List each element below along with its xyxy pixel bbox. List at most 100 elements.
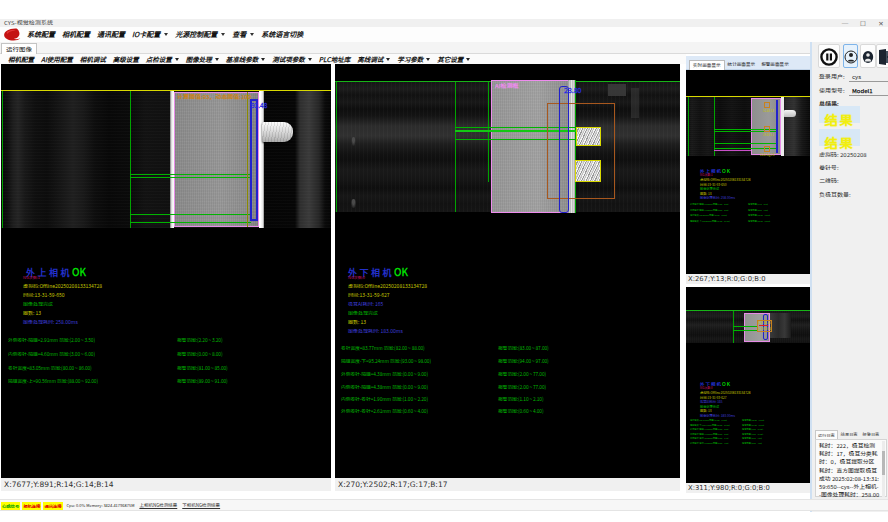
tool-image-processing[interactable]: 图像处理 <box>186 54 219 64</box>
measure-row: 外侧卷针-卷针=2.61mm 范围:(0.60 ~ 4.00) <box>341 407 428 414</box>
tool-plc-address-lib[interactable]: PLC地址库 <box>319 54 350 64</box>
pause-button[interactable] <box>818 44 840 68</box>
alarm-range: 报警范围:(2.00 ~ 77.00) <box>742 432 763 436</box>
comm-link-status: 通讯连接 <box>43 502 62 510</box>
upper-camera-coords: X:7677;Y:891;R:14;G:14;B:14 <box>1 478 331 491</box>
virtual-code-line: 虚拟码:Offline20250208133134728 <box>23 282 102 289</box>
menu-items: 系统配置 相机配置 通讯配置 IO卡配置 光源控制配置 查看 系统语言切换 <box>27 27 310 42</box>
tab-run-image[interactable]: 运行图像 <box>1 43 37 54</box>
green-measure-line <box>130 177 251 178</box>
tool-ai-use-config[interactable]: AI使用配置 <box>41 54 73 64</box>
log-tab-strip: 运行日志 结果日志 报警日志 <box>815 430 882 439</box>
menu-light-control-config[interactable]: 光源控制配置 <box>175 27 225 42</box>
toolbar: 相机配置 AI使用配置 相机调试 高级设置 点检设置 图像处理 基准线参数 测试… <box>0 54 686 64</box>
user-lock-button[interactable] <box>860 44 876 68</box>
view-tab-statistics[interactable]: 统计画面显示 <box>725 60 759 70</box>
electrode-tab <box>262 122 293 142</box>
elapsed-line: 图像处理耗时: 183.00ms <box>348 327 403 334</box>
menu-comm-config[interactable]: 通讯配置 <box>97 27 125 42</box>
tool-offline-debug[interactable]: 离线调试 <box>357 54 390 64</box>
ai-time-line: 极耳AI耗时: 165 <box>348 300 383 307</box>
login-user-button[interactable] <box>843 44 858 68</box>
app-window: CYS-视觉检测系统 ─ ☐ ✕ 系统配置 相机配置 通讯配置 IO卡配置 光源… <box>0 0 888 522</box>
bolt-mark <box>351 199 356 208</box>
green-measure-line <box>714 143 777 144</box>
metal-highlight <box>608 84 626 96</box>
tool-advanced-settings[interactable]: 高级设置 <box>113 54 139 64</box>
measure-row: 外侧卷针-隔膜=4.38mm 范围:(0.00 ~ 9.00) <box>690 427 728 431</box>
login-user-label: 登录用户: <box>819 72 845 81</box>
green-guide-line <box>336 82 337 212</box>
time-line: 时间:13-31-59-650 <box>23 291 65 298</box>
title-bar: CYS-视觉检测系统 ─ ☐ ✕ <box>0 19 888 27</box>
measure-row: 内侧卷针-卷针=1.90mm 范围:(1.00 ~ 2.20) <box>690 436 728 440</box>
green-measure-line <box>130 174 251 175</box>
separator-bright-edge <box>259 91 264 228</box>
menu-system-config[interactable]: 系统配置 <box>27 27 55 42</box>
menu-language-switch[interactable]: 系统语言切换 <box>261 27 303 42</box>
maximize-button[interactable]: ☐ <box>858 19 868 27</box>
measure-row: 隔膜宽度-上=90.56mm 范围:(88.00 ~ 92.00) <box>8 377 98 384</box>
log-output[interactable]: 耗时：222，极耳检测耗时：17，极耳分类耗时：0，极耳提取分区耗时：直方图提取… <box>815 439 887 497</box>
measure-roi-box <box>250 99 258 221</box>
log-scrollbar-thumb[interactable] <box>882 451 885 475</box>
dropdown-arrow-icon <box>386 58 390 61</box>
ng-count-label: NG次数:0 <box>348 274 365 280</box>
turns-line: 圈数: 13 <box>23 309 41 316</box>
tab-detect-box <box>575 160 601 182</box>
lower-camera-panel[interactable]: AI检测框 23.80 外下相机OK NG次数:0 虚拟码:Offline202… <box>335 64 680 478</box>
tool-camera-debug[interactable]: 相机调试 <box>80 54 106 64</box>
view-tab-alarm[interactable]: 报警画面显示 <box>758 60 792 70</box>
upper-camera-panel[interactable]: 计算阈值:93，动态阈值:100 93.48 外上相机OK NG次数:1 虚拟码… <box>1 64 331 478</box>
tool-other-settings[interactable]: 其它设置 <box>437 54 470 64</box>
measure-row: 内侧卷针-卷针=1.90mm 范围:(1.00 ~ 2.20) <box>341 395 428 402</box>
virtual-code-field: 虚拟码: 20250208 <box>819 150 867 159</box>
needle-no-field: 卷针号: <box>819 163 839 172</box>
defect-marker <box>764 146 770 152</box>
measure-row: 隔膜宽度-下=95.24mm 范围:(93.00 ~ 98.00) <box>341 357 431 364</box>
measure-row: 卷针宽度=83.77mm 范围:(82.00 ~ 88.00) <box>341 344 425 351</box>
red-measure-line <box>759 325 768 327</box>
log-scrollbar[interactable] <box>882 441 885 497</box>
tab-search-roi-box <box>547 103 615 199</box>
result-box-upper: 结果 <box>819 106 860 123</box>
mini-lower-coords: X:311;Y:980;R:0;G:0;B:0 <box>686 483 810 493</box>
close-button[interactable]: ✕ <box>876 19 886 27</box>
minimize-button[interactable]: ─ <box>840 19 850 27</box>
menu-bar: 系统配置 相机配置 通讯配置 IO卡配置 光源控制配置 查看 系统语言切换 <box>0 27 888 42</box>
log-tab-run[interactable]: 运行日志 <box>815 430 838 439</box>
measure-row: 内侧卷针-隔膜=4.38mm 范围:(0.00 ~ 9.00) <box>690 432 728 436</box>
menu-io-card-config[interactable]: IO卡配置 <box>132 27 168 42</box>
login-user-value: cys <box>852 72 861 81</box>
lower-camera-mini-panel[interactable]: B2.6 38.48 52.08 NG:4 外下相机OK NG次数:0 虚拟码:… <box>686 287 810 483</box>
tool-test-item-params[interactable]: 测试项参数 <box>272 54 312 64</box>
alarm-range: 报警范围:(2.00 ~ 77.00) <box>498 383 546 390</box>
tool-baseline-params[interactable]: 基准线参数 <box>226 54 266 64</box>
alarm-range: 报警范围:(2.00 ~ 77.00) <box>498 370 546 377</box>
green-measure-line <box>733 330 757 331</box>
log-tab-alarm[interactable]: 报警日志 <box>861 430 882 439</box>
menu-view[interactable]: 查看 <box>232 27 254 42</box>
view-tab-live[interactable]: 实时画面显示 <box>689 60 725 70</box>
elapsed-line: 图像处理耗时: 258.00ms <box>23 318 78 325</box>
process-done-line: 图像处理完成 <box>23 300 53 307</box>
green-guide-line <box>2 91 3 228</box>
measure-row: 外侧卷针-卷针=2.61mm 范围:(0.60 ~ 4.00) <box>690 441 728 445</box>
alarm-range: 报警范围:(0.00 ~ 8.00) <box>748 208 768 212</box>
tool-camera-config[interactable]: 相机配置 <box>8 54 34 64</box>
upper-camera-result-link[interactable]: 上相机NG检测结果 <box>139 500 177 511</box>
measure-row: 隔膜宽度-下=95.24mm 范围:(93.00 ~ 98.00) <box>690 423 730 427</box>
log-tab-result[interactable]: 结果日志 <box>839 430 860 439</box>
model-value: Model1 <box>852 86 873 95</box>
upper-camera-mini-panel[interactable]: 52.48:1.8 23.08 5.1 24.60 Ag:1.8 外上相机OK … <box>686 70 810 274</box>
tool-learning-params[interactable]: 学习参数 <box>397 54 430 64</box>
measure-row: 隔膜宽度-上=90.56mm 范围:(88.00 ~ 92.00) <box>690 219 730 223</box>
lower-camera-result-link[interactable]: 下相机NG检测结果 <box>182 500 220 511</box>
tool-spot-check[interactable]: 点检设置 <box>146 54 179 64</box>
sidebar: 登录用户: cys 使用型号: Model1 总结果: 结果 结果 虚拟码: 2… <box>810 42 888 512</box>
metal-highlight <box>770 313 791 338</box>
measure-value-label: 93.48 <box>251 100 267 110</box>
menu-camera-config[interactable]: 相机配置 <box>62 27 90 42</box>
exit-button[interactable] <box>876 44 888 68</box>
window-title: CYS-视觉检测系统 <box>4 19 53 27</box>
